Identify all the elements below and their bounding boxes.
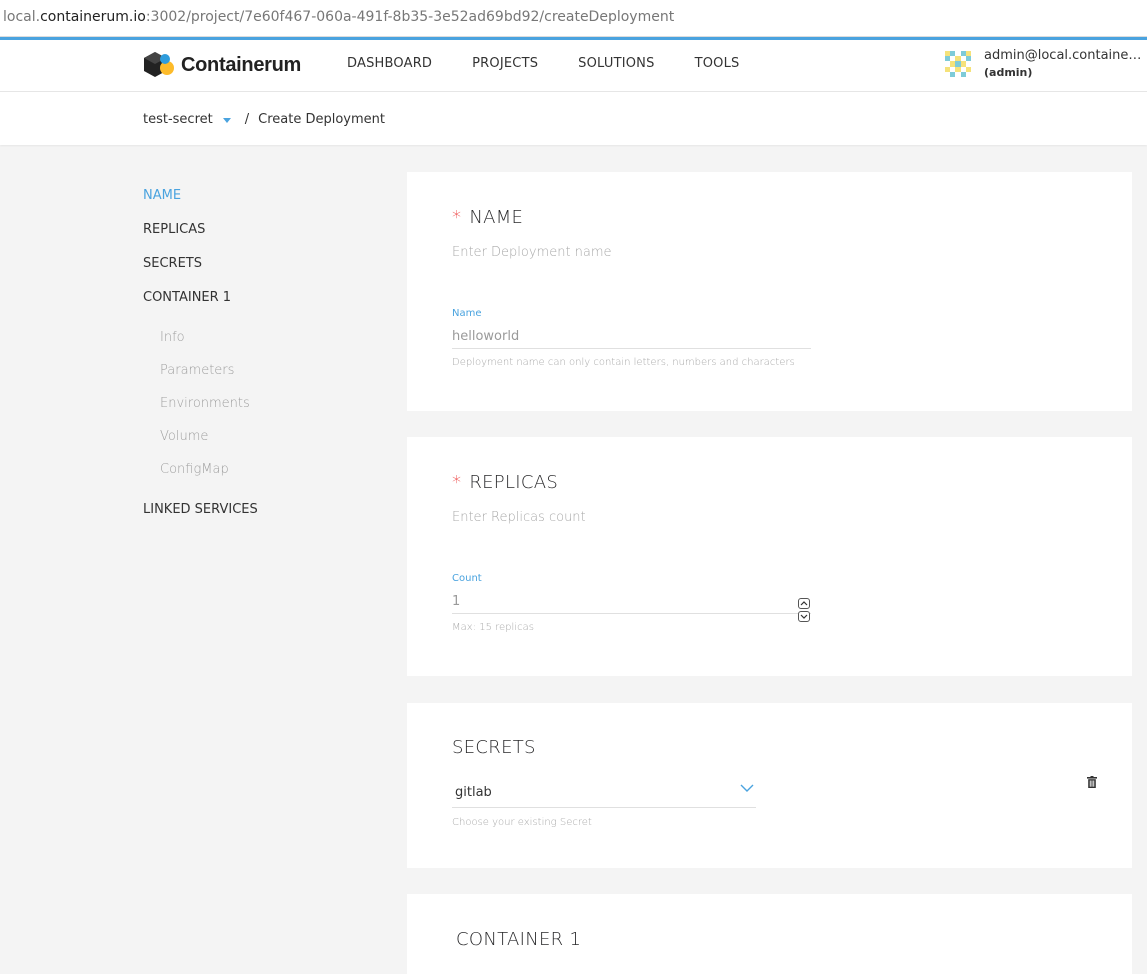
url-host: containerum.io [40,9,146,25]
breadcrumb-project[interactable]: test-secret [143,112,213,127]
replicas-field: Count Max: 15 replicas [452,573,811,633]
sidebar-subitem-volume[interactable]: Volume [143,429,373,462]
secrets-card: SECRETS gitlab Choose your existing Secr… [407,703,1132,868]
url-prefix: local. [3,9,41,25]
replicas-card: * REPLICAS Enter Replicas count Count Max… [407,437,1132,676]
secret-select-help: Choose your existing Secret [452,817,592,828]
name-card-title: * NAME [452,207,523,228]
logo-icon [144,52,174,77]
nav-solutions[interactable]: SOLUTIONS [578,56,654,71]
main-nav: DASHBOARD PROJECTS SOLUTIONS TOOLS [347,56,779,71]
stepper-down-icon[interactable] [798,611,810,622]
trash-icon[interactable] [1087,776,1097,788]
stepper-up-icon[interactable] [798,598,810,609]
chevron-down-icon [740,784,754,792]
browser-url-bar[interactable]: local.containerum.io:3002/project/7e60f4… [0,0,1147,37]
required-marker: * [452,207,462,228]
user-role: (admin) [984,66,1033,79]
url-text[interactable]: local.containerum.io:3002/project/7e60f4… [3,9,674,25]
count-field-help: Max: 15 replicas [452,622,534,633]
logo-text: Containerum [181,53,302,76]
breadcrumb: test-secret / Create Deployment [143,112,385,127]
secret-select[interactable]: gitlab [452,780,756,808]
sidebar-subitem-parameters[interactable]: Parameters [143,363,373,396]
secrets-card-title: SECRETS [452,737,536,758]
user-info: admin@local.containerum.io (admin) [984,48,1144,79]
replicas-count-input[interactable] [452,590,811,614]
replicas-card-title: * REPLICAS [452,472,558,493]
breadcrumb-separator: / [244,112,250,127]
name-title-text: NAME [469,207,524,228]
replicas-card-subtitle: Enter Replicas count [452,510,586,525]
sidebar-item-replicas[interactable]: REPLICAS [143,222,373,256]
secret-select-value: gitlab [455,785,492,800]
sidebar-item-container-1[interactable]: CONTAINER 1 [143,290,373,330]
sidebar-subitem-configmap[interactable]: ConfigMap [143,462,373,502]
required-marker: * [452,472,462,493]
caret-down-icon[interactable] [222,118,231,123]
top-header: Containerum DASHBOARD PROJECTS SOLUTIONS… [0,40,1147,92]
container-card: CONTAINER 1 [407,894,1132,974]
nav-projects[interactable]: PROJECTS [472,56,538,71]
sidebar-subitem-info[interactable]: Info [143,330,373,363]
url-path: :3002/project/7e60f467-060a-491f-8b35-3e… [145,9,675,25]
nav-tools[interactable]: TOOLS [695,56,740,71]
count-field-label: Count [452,573,482,584]
breadcrumb-bar: test-secret / Create Deployment [0,92,1147,145]
sidebar-item-secrets[interactable]: SECRETS [143,256,373,290]
sidebar-item-name[interactable]: NAME [143,188,373,222]
name-field-help: Deployment name can only contain letters… [452,357,795,368]
name-field: Name Deployment name can only contain le… [452,308,811,368]
nav-dashboard[interactable]: DASHBOARD [347,56,432,71]
sidebar-item-linked-services[interactable]: LINKED SERVICES [143,502,373,536]
deployment-name-input[interactable] [452,325,811,349]
name-field-label: Name [452,308,482,319]
container-card-title: CONTAINER 1 [456,929,582,950]
sidebar-subitem-environments[interactable]: Environments [143,396,373,429]
logo[interactable]: Containerum [143,51,301,79]
avatar [945,51,971,77]
user-email: admin@local.containerum.io [984,48,1144,63]
section-sidebar: NAME REPLICAS SECRETS CONTAINER 1 Info P… [143,188,373,536]
name-card-subtitle: Enter Deployment name [452,245,612,260]
name-card: * NAME Enter Deployment name Name Deploym… [407,172,1132,411]
user-menu[interactable]: admin@local.containerum.io (admin) [945,48,1144,79]
replicas-title-text: REPLICAS [469,472,559,493]
breadcrumb-current: Create Deployment [258,112,385,127]
replicas-stepper [798,598,810,624]
